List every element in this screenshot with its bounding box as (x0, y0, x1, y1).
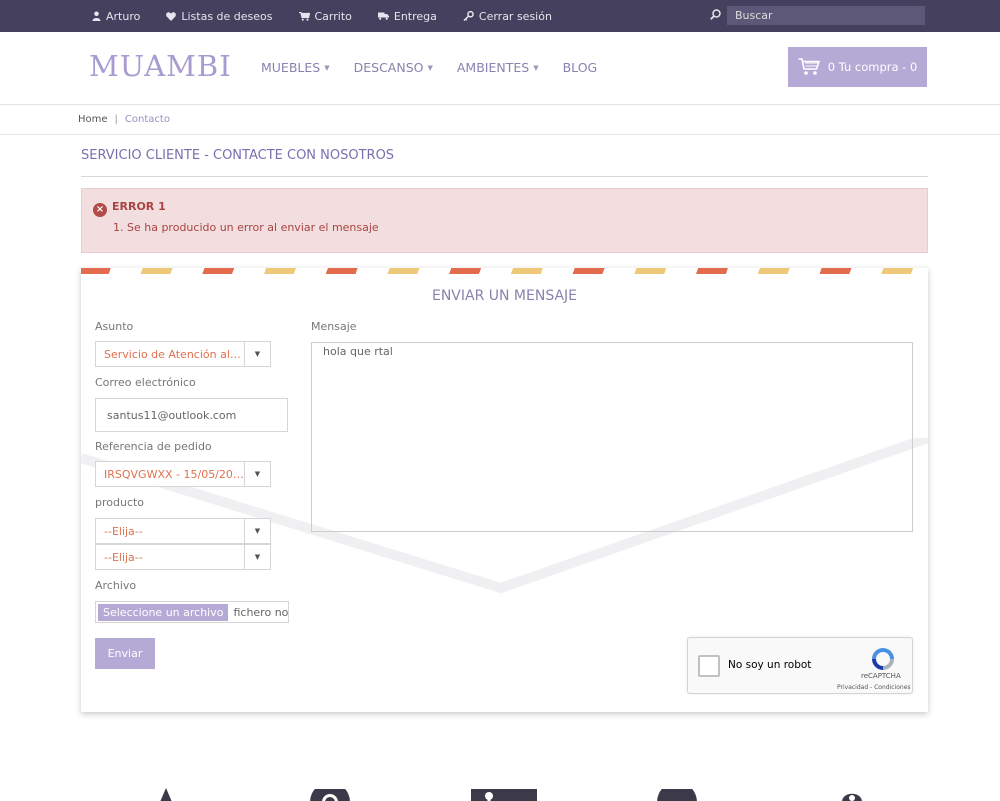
breadcrumb-home[interactable]: Home (78, 114, 108, 125)
heart-icon (166, 11, 177, 21)
delivery-link[interactable]: Entrega (377, 9, 437, 23)
wishlist-label: Listas de deseos (181, 9, 273, 23)
breadcrumb: Home | Contacto (0, 105, 1000, 135)
site-header: MUAMBI MUEBLES ▼ DESCANSO ▼ AMBIENTES ▼ BLO… (0, 32, 1000, 105)
page-title: SERVICIO CLIENTE - CONTACTE CON NOSOTROS (81, 148, 928, 177)
envelope-stripe (81, 268, 928, 274)
nav-item-label: BLOG (562, 60, 598, 75)
form-title: ENVIAR UN MENSAJE (431, 288, 578, 304)
product-select[interactable]: --Elija-- ▼ (95, 518, 271, 544)
contact-form: ENVIAR UN MENSAJE Asunto Servicio de Ate… (81, 268, 928, 712)
cart-button[interactable]: 0 Tu compra - 0 (788, 47, 927, 87)
logout-label: Cerrar sesión (478, 9, 552, 23)
logout-link[interactable]: Cerrar sesión (463, 10, 552, 23)
subject-select[interactable]: Servicio de Atención al Cliente ▼ (95, 341, 271, 367)
feature-icons-row (0, 780, 1000, 801)
badge-icon (471, 789, 537, 801)
error-icon: × (93, 203, 107, 217)
caret-down-icon: ▼ (324, 63, 330, 72)
chevron-down-icon: ▼ (244, 519, 270, 543)
product-label: producto (95, 496, 145, 509)
message-textarea[interactable]: hola que rtal (311, 342, 913, 532)
site-logo[interactable]: MUAMBI (89, 49, 232, 83)
account-link[interactable]: Arturo (92, 10, 140, 23)
chevron-down-icon: ▼ (244, 342, 270, 366)
file-input[interactable]: Seleccione un archivo fichero no selecci… (95, 601, 289, 623)
cart-link-label: Carrito (314, 9, 352, 23)
cart-icon (298, 11, 310, 21)
recaptcha-checkbox[interactable] (698, 655, 720, 677)
product-variant-select[interactable]: --Elija-- ▼ (95, 544, 271, 570)
nav-item-muebles[interactable]: MUEBLES ▼ (261, 60, 330, 75)
account-label: Arturo (106, 9, 141, 23)
product-value: --Elija-- (104, 524, 143, 538)
order-value: IRSQVGWXX - 15/05/2017 (104, 467, 244, 481)
cart-link[interactable]: Carrito (298, 9, 352, 23)
chevron-down-icon: ▼ (244, 545, 270, 569)
caret-down-icon: ▼ (427, 63, 433, 72)
subject-value: Servicio de Atención al Cliente (104, 347, 244, 361)
main-nav: MUEBLES ▼ DESCANSO ▼ AMBIENTES ▼ BLOG (261, 60, 597, 75)
recaptcha-brand: reCAPTCHA (861, 672, 901, 680)
file-label: Archivo (95, 579, 137, 592)
submit-button[interactable]: Enviar (95, 638, 155, 669)
file-status: fichero no seleccionado (233, 605, 288, 619)
search-circle-icon (310, 789, 350, 801)
search-input[interactable]: Buscar (727, 6, 925, 25)
error-message: 1. Se ha producido un error al enviar el… (113, 221, 379, 234)
email-label: Correo electrónico (95, 376, 196, 389)
recaptcha-label: No soy un robot (728, 659, 812, 671)
subject-label: Asunto (95, 320, 134, 333)
recaptcha-terms[interactable]: Privacidad - Condiciones (837, 684, 911, 691)
breadcrumb-current: Contacto (124, 114, 170, 125)
top-links: Arturo Listas de deseos Carrito Entrega … (92, 0, 552, 32)
error-title: ERROR 1 (112, 200, 166, 213)
key-icon (463, 11, 474, 21)
message-label: Mensaje (311, 320, 357, 333)
order-label: Referencia de pedido (95, 440, 212, 453)
nav-item-label: AMBIENTES (456, 60, 530, 75)
recaptcha-widget: No soy un robot reCAPTCHA Privacidad - C… (687, 637, 913, 694)
error-alert: × ERROR 1 1. Se ha producido un error al… (81, 188, 928, 253)
user-icon (92, 11, 101, 21)
recaptcha-logo-icon (872, 648, 894, 670)
chevron-down-icon: ▼ (244, 462, 270, 486)
caret-down-icon: ▼ (533, 63, 539, 72)
email-field[interactable]: santus11@outlook.com (95, 398, 288, 432)
search-icon[interactable] (710, 9, 721, 20)
product-variant-value: --Elija-- (104, 550, 143, 564)
nav-item-label: DESCANSO (353, 60, 424, 75)
nav-item-ambientes[interactable]: AMBIENTES ▼ (457, 60, 539, 75)
file-select-button[interactable]: Seleccione un archivo (98, 603, 229, 621)
shopping-cart-icon (798, 58, 820, 75)
drop-icon (160, 788, 172, 801)
nav-item-blog[interactable]: BLOG (563, 60, 598, 75)
order-select[interactable]: IRSQVGWXX - 15/05/2017 ▼ (95, 461, 271, 487)
truck-icon (377, 12, 389, 20)
wishlist-link[interactable]: Listas de deseos (166, 9, 273, 23)
top-bar: Arturo Listas de deseos Carrito Entrega … (0, 0, 1000, 32)
cart-summary: 0 Tu compra - 0 (827, 60, 918, 74)
breadcrumb-separator: | (114, 114, 118, 125)
nav-item-descanso[interactable]: DESCANSO ▼ (354, 60, 433, 75)
nav-item-label: MUEBLES (261, 60, 321, 75)
support-icon (842, 793, 862, 801)
delivery-label: Entrega (393, 9, 437, 23)
chat-circle-icon (657, 789, 697, 801)
